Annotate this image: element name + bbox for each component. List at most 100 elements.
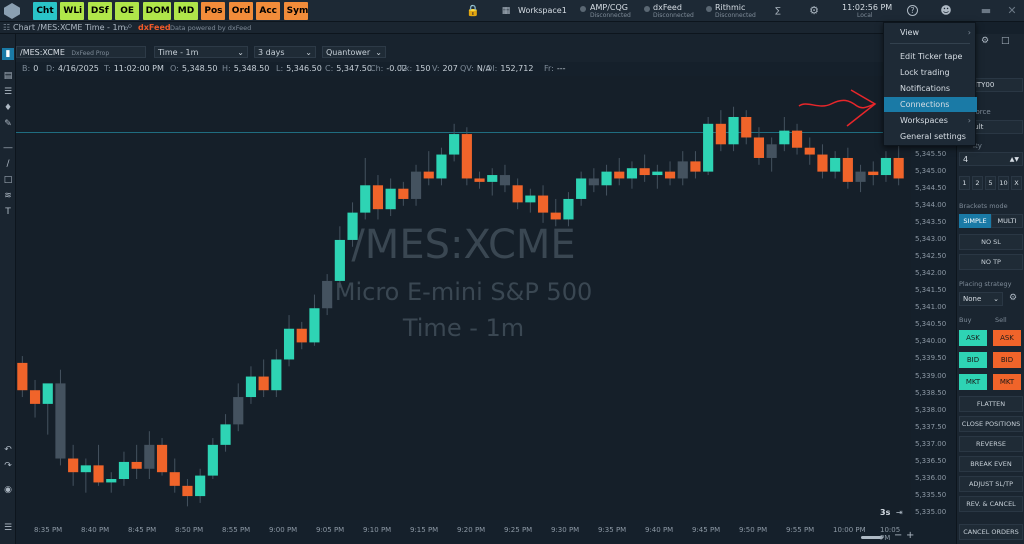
sell-bid-button[interactable]: BID <box>993 352 1021 368</box>
minimize-icon[interactable]: ▬ <box>980 5 992 17</box>
chart-title: Chart /MES:XCME Time - 1m <box>13 23 126 32</box>
candle-body <box>436 154 447 179</box>
time-tick: 10:05 PM <box>880 526 901 542</box>
price-tick: 5,335.50 <box>915 491 947 500</box>
scroll-end-icon[interactable]: ⇥ <box>896 508 903 517</box>
menu-item-lock-trading[interactable]: Lock trading <box>884 65 977 80</box>
style-dropdown[interactable]: Quantower ⌄ <box>322 46 386 58</box>
qty-preset-10[interactable]: 10 <box>998 176 1009 190</box>
app-tab-md[interactable]: MD <box>174 2 198 20</box>
reverse-button[interactable]: REVERSE <box>959 436 1023 452</box>
chart-canvas[interactable]: /MES:XCME Micro E-mini S&P 500 Time - 1m… <box>16 76 911 520</box>
candle-body <box>195 475 206 497</box>
no-tp-button[interactable]: NO TP <box>959 254 1023 270</box>
sell-mkt-button[interactable]: MKT <box>993 374 1021 390</box>
conn-rithmic-name[interactable]: Rithmic <box>715 3 745 12</box>
time-tick: 8:35 PM <box>34 526 63 534</box>
no-sl-button[interactable]: NO SL <box>959 234 1023 250</box>
close-positions-button[interactable]: CLOSE POSITIONS <box>959 416 1023 432</box>
ohlc-value: 5,347.50 <box>336 64 372 73</box>
menu-item-notifications[interactable]: Notifications <box>884 81 977 96</box>
menu-item-workspaces[interactable]: Workspaces › <box>884 113 977 128</box>
gear-icon[interactable]: ⚙ <box>808 5 820 17</box>
chevron-down-icon: ⌄ <box>993 295 999 303</box>
app-tab-ord[interactable]: Ord <box>228 2 253 20</box>
brackets-multi-button[interactable]: MULTI <box>991 214 1023 228</box>
trend-line-icon[interactable]: ∕ <box>2 158 14 170</box>
qty-preset-5[interactable]: 5 <box>985 176 996 190</box>
conn-dxfeed-name[interactable]: dxFeed <box>653 3 682 12</box>
app-tab-wli[interactable]: WLi <box>60 2 85 20</box>
buy-mkt-button[interactable]: MKT <box>959 374 987 390</box>
qty-preset-2[interactable]: 2 <box>972 176 983 190</box>
price-tick: 5,344.00 <box>915 200 947 209</box>
break-even-button[interactable]: BREAK EVEN <box>959 456 1023 472</box>
time-tick: 10:00 PM <box>833 526 866 534</box>
rev-cancel-button[interactable]: REV. & CANCEL <box>959 496 1023 512</box>
panel-expand-icon[interactable]: □ <box>1001 36 1010 46</box>
text-tool-icon[interactable]: T <box>2 206 14 218</box>
main-menu-dropdown: View › Edit Ticker tape Lock trading Notific… <box>883 22 977 146</box>
chart-panel-header: ☷ Chart /MES:XCME Time - 1m ☍ dxFeed Dat… <box>0 22 960 34</box>
app-tab-cht[interactable]: Cht <box>33 2 57 20</box>
redo-icon[interactable]: ↷ <box>2 460 14 472</box>
timeframe-dropdown[interactable]: Time - 1m ⌄ <box>154 46 248 58</box>
close-window-icon[interactable]: ✕ <box>1006 5 1018 17</box>
app-tab-dsf[interactable]: DSf <box>87 2 112 20</box>
time-axis[interactable]: − + 8:35 PM 8:40 PM 8:45 PM 8:50 PM 8:55 PM 9… <box>16 520 914 544</box>
adjust-sl-tp-button[interactable]: ADJUST SL/TP <box>959 476 1023 492</box>
quantity-stepper[interactable]: 4 ▲▼ <box>959 152 1023 166</box>
app-tab-dom[interactable]: DOM <box>142 2 171 20</box>
chart-type-icon[interactable]: ▤ <box>2 70 14 82</box>
strategy-settings-icon[interactable]: ⚙ <box>1009 293 1017 303</box>
stepper-arrows-icon[interactable]: ▲▼ <box>1010 153 1019 166</box>
calculator-icon[interactable]: ∑ <box>772 5 784 17</box>
time-tick: 9:20 PM <box>457 526 486 534</box>
help-icon[interactable]: ? <box>907 5 918 16</box>
cancel-orders-button[interactable]: CANCEL ORDERS <box>959 524 1023 540</box>
link-icon[interactable]: ☍ <box>124 22 132 34</box>
style-value: Quantower <box>326 48 371 57</box>
placing-strategy-dropdown[interactable]: None ⌄ <box>959 292 1003 306</box>
symbol-selector[interactable]: /MES:XCME DxFeed Prop <box>16 46 146 58</box>
panel-settings-icon[interactable]: ⚙ <box>981 36 989 46</box>
time-tick: 9:35 PM <box>598 526 627 534</box>
sell-ask-button[interactable]: ASK <box>993 330 1021 346</box>
menu-item-view[interactable]: View › <box>884 25 977 40</box>
flatten-button[interactable]: FLATTEN <box>959 396 1023 412</box>
menu-item-edit-ticker-tape[interactable]: Edit Ticker tape <box>884 49 977 64</box>
symbol-source: DxFeed Prop <box>71 50 110 57</box>
user-avatar-icon[interactable]: ☻ <box>940 5 952 17</box>
menu-item-connections[interactable]: Connections <box>884 97 977 112</box>
candle-body <box>703 123 714 172</box>
horizontal-line-icon[interactable]: ― <box>2 142 14 154</box>
menu-item-general-settings[interactable]: General settings <box>884 129 977 144</box>
panel-toggle-icon[interactable]: ▮ <box>2 48 14 60</box>
app-tab-pos[interactable]: Pos <box>201 2 226 20</box>
qty-preset-x[interactable]: X <box>1011 176 1022 190</box>
conn-amp-name[interactable]: AMP/CQG <box>590 3 628 12</box>
price-tick: 5,338.50 <box>915 388 947 397</box>
app-tab-acc[interactable]: Acc <box>256 2 281 20</box>
fibonacci-icon[interactable]: ≋ <box>2 190 14 202</box>
lock-icon[interactable]: 🔒 <box>466 5 480 17</box>
workspace-icon[interactable]: ▦ <box>500 5 512 17</box>
app-logo-icon[interactable] <box>4 3 20 19</box>
rectangle-icon[interactable]: □ <box>2 174 14 186</box>
eye-icon[interactable]: ◉ <box>2 484 14 496</box>
alert-bell-icon[interactable]: ♦ <box>2 102 14 114</box>
time-tick: 9:55 PM <box>786 526 815 534</box>
qty-preset-1[interactable]: 1 <box>959 176 970 190</box>
brackets-simple-button[interactable]: SIMPLE <box>959 214 991 228</box>
range-dropdown[interactable]: 3 days ⌄ <box>254 46 316 58</box>
app-tab-oe[interactable]: OE <box>115 2 140 20</box>
layers-icon[interactable]: ☰ <box>2 86 14 98</box>
buy-ask-button[interactable]: ASK <box>959 330 987 346</box>
undo-icon[interactable]: ↶ <box>2 444 14 456</box>
menu-icon[interactable]: ☰ <box>2 522 14 534</box>
buy-bid-button[interactable]: BID <box>959 352 987 368</box>
candle-body <box>791 130 803 148</box>
brush-icon[interactable]: ✎ <box>2 118 14 130</box>
workspace-name[interactable]: Workspace1 <box>518 6 567 15</box>
app-tab-sym[interactable]: Sym <box>283 2 308 20</box>
